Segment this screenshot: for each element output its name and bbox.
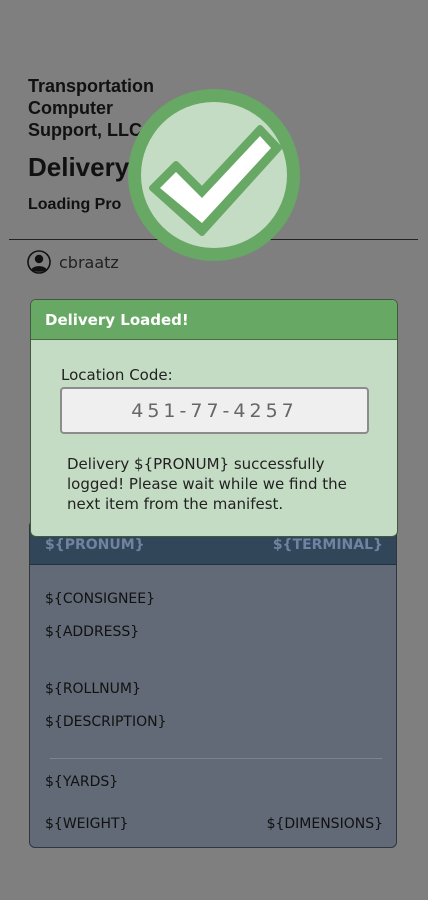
dimensions-field: ${DIMENSIONS} <box>266 816 383 832</box>
weight-field: ${WEIGHT} <box>45 816 129 832</box>
dialog-title: Delivery Loaded! <box>45 310 189 329</box>
page-title: Delivery <box>28 152 130 182</box>
terminal-label: ${TERMINAL} <box>272 537 383 553</box>
user-info: cbraatz <box>27 249 119 275</box>
dialog-message: Delivery ${PRONUM} successfully logged! … <box>67 455 347 513</box>
address-field: ${ADDRESS} <box>45 624 140 640</box>
dialog-header: Delivery Loaded! <box>31 300 397 340</box>
username: cbraatz <box>59 252 119 272</box>
location-code-field: 451-77-4257 <box>60 387 369 434</box>
checkmark-icon <box>128 89 300 261</box>
delivery-loaded-dialog: Delivery Loaded! Location Code: 451-77-4… <box>30 299 398 537</box>
delivery-card: ${PRONUM} ${TERMINAL} ${CONSIGNEE} ${ADD… <box>29 520 397 848</box>
location-code-label: Location Code: <box>61 366 173 384</box>
consignee-field: ${CONSIGNEE} <box>45 591 156 607</box>
card-divider <box>50 758 382 759</box>
user-circle-icon <box>27 250 51 274</box>
pronum-label: ${PRONUM} <box>45 537 145 553</box>
description-field: ${DESCRIPTION} <box>45 714 167 730</box>
rollnum-field: ${ROLLNUM} <box>45 681 141 697</box>
page-subtitle: Loading Pro <box>28 196 122 213</box>
yards-field: ${YARDS} <box>45 774 119 790</box>
